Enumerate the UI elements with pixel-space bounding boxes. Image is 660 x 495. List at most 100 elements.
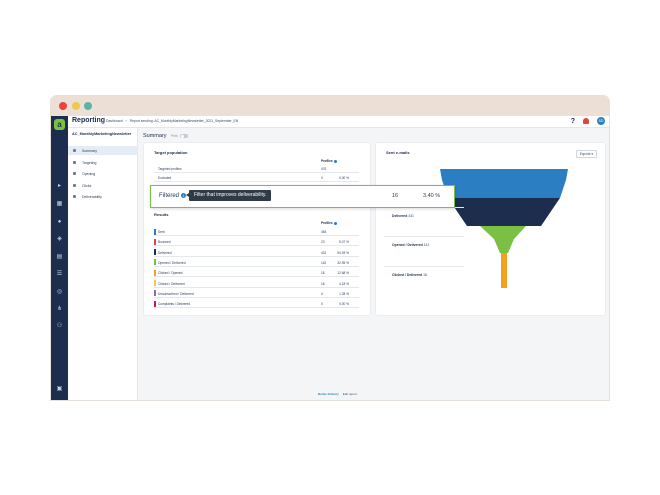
- row-pct: 1.28 %: [339, 291, 349, 296]
- breadcrumb-report: Report sending: AC_MonthlyMarketingNewsl…: [129, 119, 239, 123]
- better-delivery-link[interactable]: Better delivery: [318, 392, 339, 396]
- network-icon[interactable]: ⋔: [56, 306, 63, 313]
- subnav-item-clicks[interactable]: Clicks: [68, 181, 138, 190]
- row-color-bar: [154, 259, 156, 266]
- maximize-window-button[interactable]: [84, 102, 92, 110]
- filter-tooltip: Filter that improves deliverability.: [185, 190, 272, 201]
- funnel-label-clicked: Clicked / Delivered 18: [392, 273, 427, 277]
- funnel-delivered-segment: [448, 198, 560, 226]
- funnel-label-text: Clicked / Delivered: [392, 273, 423, 277]
- user-icon[interactable]: ●: [56, 219, 63, 226]
- filtered-pct: 3.40 %: [423, 193, 441, 199]
- row-color-bar: [154, 249, 156, 256]
- table-row: Unsubscribed / Delivered 4 1.28 %: [154, 289, 359, 298]
- top-icons: ? SD: [571, 117, 605, 125]
- row-pct: 32.95 %: [337, 260, 349, 265]
- users-icon[interactable]: ⚇: [56, 323, 63, 330]
- row-label: Complaints / Delivered: [158, 302, 191, 307]
- store-icon[interactable]: ▣: [56, 386, 63, 393]
- row-value: 142: [321, 260, 327, 265]
- row-color-bar: [154, 290, 156, 297]
- subnav-item-opening[interactable]: Opening: [68, 169, 138, 178]
- results-col-head-label: Profiles: [321, 221, 333, 225]
- table-row: Bounced 23 5.07 %: [154, 237, 359, 247]
- target-col-head: Profiles: [321, 159, 337, 163]
- funnel-value: 142: [423, 243, 430, 247]
- globe-icon[interactable]: ◎: [56, 289, 63, 296]
- filtered-value: 16: [392, 193, 399, 199]
- campaign-name: AC_MonthlyMarketingNewsletter: [72, 132, 132, 136]
- window-titlebar: [51, 96, 609, 116]
- box-icon[interactable]: ◈: [56, 236, 63, 243]
- row-label: Bounced: [158, 240, 171, 245]
- funnel-chart: [440, 169, 568, 288]
- play-icon[interactable]: ▸: [56, 183, 63, 190]
- table-row: Targeted profiles 476: [154, 164, 359, 173]
- main-content: Summary Print Target population Profiles…: [138, 128, 609, 400]
- grid-icon[interactable]: ▦: [56, 201, 63, 208]
- help-icon[interactable]: ?: [571, 118, 575, 125]
- row-value: 4: [321, 291, 323, 296]
- row-value: 0: [321, 176, 323, 180]
- funnel-value: 431: [408, 214, 414, 218]
- subnav-item-label: Clicks: [82, 183, 92, 188]
- filtered-row-highlight: Filtered i Filter that improves deliverab…: [150, 185, 455, 208]
- funnel-label-delivered: Delivered 431: [392, 214, 414, 218]
- row-color-bar: [154, 238, 156, 245]
- subnav-item-label: Targeting: [82, 160, 97, 165]
- row-value: 454: [321, 230, 327, 234]
- bell-icon[interactable]: [583, 118, 589, 124]
- subnav-item-label: Summary: [82, 148, 97, 153]
- info-icon[interactable]: [333, 159, 337, 163]
- print-toggle[interactable]: Print: [171, 134, 188, 138]
- row-label: Delivered: [158, 250, 172, 255]
- report-subnav: AC_MonthlyMarketingNewsletter Summary Ta…: [68, 128, 138, 400]
- left-icon-rail: a ▸ ▦ ● ◈ ▤ ☰ ◎ ⋔ ⚇ ▣: [51, 116, 68, 400]
- row-color-bar: [154, 280, 156, 286]
- row-pct: 0.00 %: [339, 302, 349, 307]
- row-pct: 12.68 %: [337, 271, 349, 276]
- table-row: Complaints / Delivered 0 0.00 %: [154, 299, 359, 309]
- minimize-window-button[interactable]: [72, 102, 80, 110]
- deliverability-icon: [73, 195, 76, 198]
- target-col-head-label: Profiles: [321, 159, 333, 163]
- close-window-button[interactable]: [59, 102, 67, 110]
- app-logo-icon[interactable]: a: [54, 119, 65, 130]
- funnel-label-opened: Opened / Delivered 142: [392, 243, 429, 247]
- row-label: Unsubscribed / Delivered: [158, 291, 194, 296]
- breadcrumb-separator: ›: [125, 119, 127, 123]
- subnav-item-targeting[interactable]: Targeting: [68, 158, 138, 167]
- row-value: 23: [321, 240, 325, 245]
- targeting-icon: [73, 161, 76, 164]
- row-value: 431: [321, 250, 327, 255]
- list-icon[interactable]: ☰: [56, 271, 63, 278]
- subnav-item-deliverability[interactable]: Deliverability: [68, 192, 138, 201]
- row-value: 18: [321, 271, 325, 276]
- funnel-opened-segment: [480, 226, 526, 253]
- row-value: 0: [321, 302, 323, 307]
- results-title: Results: [154, 212, 169, 217]
- print-switch[interactable]: [179, 134, 188, 138]
- clicks-icon: [73, 184, 76, 187]
- row-color-bar: [154, 269, 156, 276]
- subnav-item-summary[interactable]: Summary: [68, 146, 138, 155]
- funnel-sent-segment: [440, 169, 568, 180]
- funnel-sent-lower-segment: [442, 180, 566, 198]
- funnel-divider: [384, 266, 464, 267]
- funnel-clicked-segment: [501, 253, 507, 288]
- row-label: Excluded: [158, 176, 172, 180]
- breadcrumb-dashboard[interactable]: Dashboard: [106, 119, 123, 123]
- page-title: Reporting: [72, 117, 106, 124]
- document-icon[interactable]: ▤: [56, 254, 63, 261]
- summary-icon: [73, 149, 76, 152]
- info-icon[interactable]: [333, 221, 337, 225]
- funnel-label-text: Delivered: [392, 214, 408, 218]
- edit-report-link[interactable]: Edit report: [343, 392, 357, 396]
- subnav-item-label: Deliverability: [82, 194, 102, 199]
- summary-card: Target population Profiles Targeted prof…: [144, 143, 370, 315]
- app-window: a ▸ ▦ ● ◈ ▤ ☰ ◎ ⋔ ⚇ ▣ Reporting Dashboar…: [51, 96, 609, 400]
- row-pct: 4.18 %: [339, 281, 349, 286]
- table-row: Opened / Delivered 142 32.95 %: [154, 258, 359, 267]
- row-color-bar: [154, 228, 156, 235]
- avatar[interactable]: SD: [597, 117, 605, 125]
